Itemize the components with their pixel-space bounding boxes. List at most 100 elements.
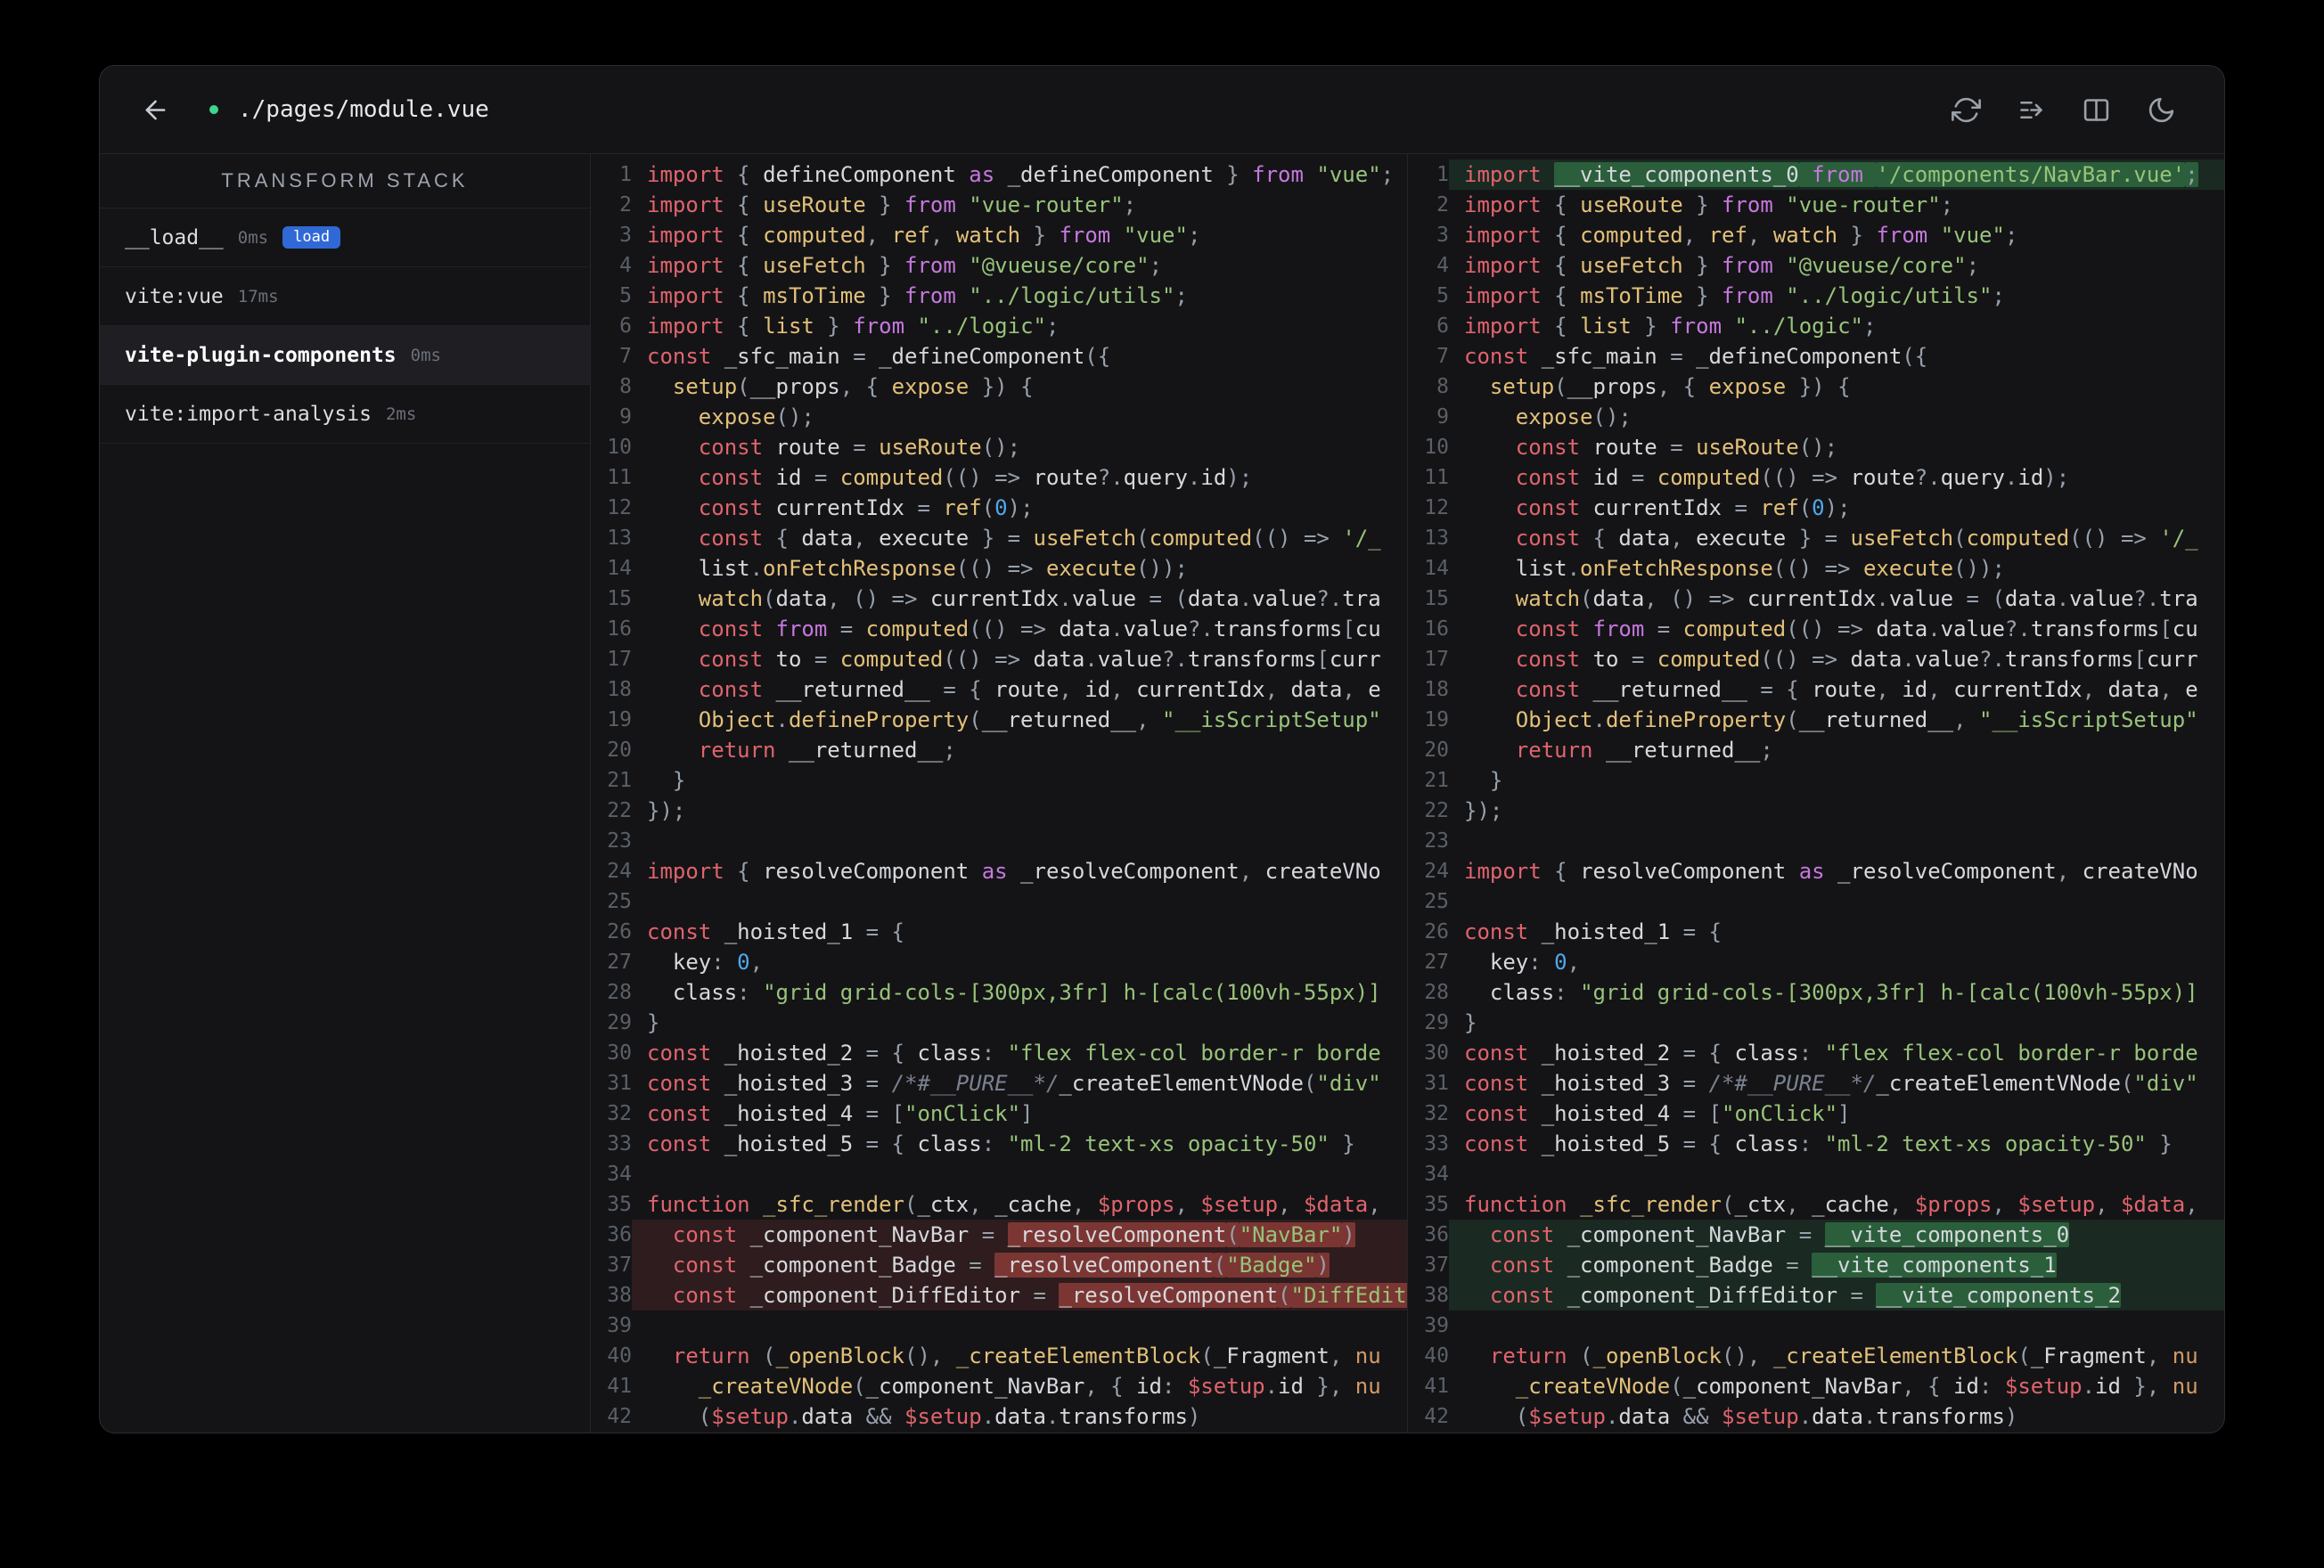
line-code: const to = computed(() => data.value?.tr… <box>1515 647 2198 672</box>
line-code: return __returned__; <box>1515 738 1773 763</box>
code-line: 4 import { useFetch } from "@vueuse/core"… <box>1408 250 2224 281</box>
line-number: 31 <box>607 1072 632 1095</box>
code-line: 13 const { data, execute } = useFetch(co… <box>591 523 1407 553</box>
code-panel-left[interactable]: 1 import { defineComponent as _defineComp… <box>591 154 1407 1433</box>
code-line: 24 import { resolveComponent as _resolveC… <box>1408 856 2224 886</box>
line-code: } <box>1464 1010 1477 1035</box>
code-line: 10 const route = useRoute(); <box>1408 432 2224 462</box>
code-line: 15 watch(data, () => currentIdx.value = … <box>591 584 1407 614</box>
line-code: return (_openBlock(), _createElementBloc… <box>672 1343 1381 1368</box>
line-number: 32 <box>1424 1102 1449 1125</box>
line-number: 12 <box>607 496 632 519</box>
code-line: 37 const _component_Badge = _resolveComp… <box>591 1250 1407 1280</box>
code-line: 38 const _component_DiffEditor = __vite_… <box>1408 1280 2224 1311</box>
split-view-button[interactable] <box>2082 95 2111 125</box>
code-line: 25 <box>591 886 1407 917</box>
line-number: 20 <box>1424 739 1449 762</box>
line-number: 4 <box>619 254 632 277</box>
sidebar-item-vite-plugin-components[interactable]: vite-plugin-components 0ms <box>100 326 590 385</box>
line-code: list.onFetchResponse(() => execute()); <box>698 556 1188 581</box>
code-panel-right[interactable]: 1 import __vite_components_0 from '/compo… <box>1407 154 2224 1433</box>
line-code: const _component_DiffEditor = _resolveCo… <box>632 1280 1407 1311</box>
code-line: 29} <box>591 1008 1407 1038</box>
line-number: 23 <box>1424 829 1449 853</box>
line-number: 6 <box>1436 314 1449 338</box>
line-number: 36 <box>607 1223 632 1246</box>
line-number: 8 <box>619 375 632 398</box>
expand-lines-button[interactable] <box>2017 95 2046 125</box>
line-code: return (_openBlock(), _createElementBloc… <box>1489 1343 2198 1368</box>
code-line: 17 const to = computed(() => data.value?… <box>1408 644 2224 674</box>
sidebar-title: TRANSFORM STACK <box>100 154 590 208</box>
line-number: 22 <box>607 799 632 822</box>
code-line: 5 import { msToTime } from "../logic/util… <box>1408 281 2224 311</box>
code-line: 21 } <box>1408 765 2224 796</box>
code-line: 15 watch(data, () => currentIdx.value = … <box>1408 584 2224 614</box>
line-code: watch(data, () => currentIdx.value = (da… <box>698 586 1381 611</box>
code-line: 3 import { computed, ref, watch } from "v… <box>1408 220 2224 250</box>
refresh-button[interactable] <box>1952 95 1981 125</box>
sidebar-item-load[interactable]: __load__ 0ms load <box>100 208 590 267</box>
line-code: }); <box>1464 798 1503 823</box>
line-number: 12 <box>1424 496 1449 519</box>
line-code: import __vite_components_0 from '/compon… <box>1449 159 2224 190</box>
line-number: 28 <box>1424 981 1449 1004</box>
line-code: const id = computed(() => route?.query.i… <box>698 465 1253 490</box>
line-code: const _hoisted_3 = /*#__PURE__*/_createE… <box>1464 1071 2198 1096</box>
code-line: 1 import { defineComponent as _defineComp… <box>591 159 1407 190</box>
code-line: 2 import { useRoute } from "vue-router"; <box>1408 190 2224 220</box>
code-line: 22}); <box>1408 796 2224 826</box>
line-code: expose(); <box>698 404 814 429</box>
line-code: import { useFetch } from "@vueuse/core"; <box>1464 253 1980 278</box>
code-line: 1 import __vite_components_0 from '/compo… <box>1408 159 2224 190</box>
code-line: 6 import { list } from "../logic"; <box>591 311 1407 341</box>
code-line: 12 const currentIdx = ref(0); <box>1408 493 2224 523</box>
code-line: 40 return (_openBlock(), _createElementB… <box>1408 1341 2224 1371</box>
code-line: 11 const id = computed(() => route?.quer… <box>591 462 1407 493</box>
line-number: 11 <box>607 466 632 489</box>
code-line: 37 const _component_Badge = __vite_compo… <box>1408 1250 2224 1280</box>
line-code: import { useRoute } from "vue-router"; <box>1464 192 1954 217</box>
line-number: 38 <box>607 1284 632 1307</box>
line-code: const _sfc_main = _defineComponent({ <box>647 344 1111 369</box>
line-code: } <box>647 1010 660 1035</box>
code-line: 22}); <box>591 796 1407 826</box>
line-code: function _sfc_render(_ctx, _cache, $prop… <box>1464 1192 2198 1217</box>
code-line: 10 const route = useRoute(); <box>591 432 1407 462</box>
line-code: const _hoisted_2 = { class: "flex flex-c… <box>1464 1041 2198 1066</box>
code-line: 19 Object.defineProperty(__returned__, "… <box>591 705 1407 735</box>
code-line: 36 const _component_NavBar = __vite_comp… <box>1408 1220 2224 1250</box>
line-code: function _sfc_render(_ctx, _cache, $prop… <box>647 1192 1381 1217</box>
code-line: 27 key: 0, <box>1408 947 2224 977</box>
sidebar-item-vite-vue[interactable]: vite:vue 17ms <box>100 267 590 326</box>
line-code: const _hoisted_1 = { <box>1464 919 1722 944</box>
line-number: 42 <box>1424 1405 1449 1428</box>
line-number: 13 <box>607 527 632 550</box>
line-number: 29 <box>607 1011 632 1034</box>
line-code: const _hoisted_5 = { class: "ml-2 text-x… <box>647 1131 1355 1156</box>
code-line: 25 <box>1408 886 2224 917</box>
line-number: 41 <box>607 1375 632 1398</box>
line-number: 17 <box>1424 648 1449 671</box>
line-number: 19 <box>1424 708 1449 731</box>
code-line: 9 expose(); <box>1408 402 2224 432</box>
line-code: Object.defineProperty(__returned__, "__i… <box>698 707 1381 732</box>
line-code: const _hoisted_3 = /*#__PURE__*/_createE… <box>647 1071 1381 1096</box>
load-badge: load <box>282 226 341 249</box>
code-line: 34 <box>591 1159 1407 1189</box>
line-number: 40 <box>1424 1344 1449 1368</box>
theme-toggle-button[interactable] <box>2147 95 2176 125</box>
sidebar-item-vite-import-analysis[interactable]: vite:import-analysis 2ms <box>100 385 590 444</box>
code-line: 41 _createVNode(_component_NavBar, { id:… <box>1408 1371 2224 1401</box>
code-line: 39 <box>1408 1311 2224 1341</box>
line-code: class: "grid grid-cols-[300px,3fr] h-[ca… <box>1489 980 2198 1005</box>
line-code: setup(__props, { expose }) { <box>672 374 1034 399</box>
line-code: import { computed, ref, watch } from "vu… <box>1464 223 2018 248</box>
line-code: const from = computed(() => data.value?.… <box>1515 617 2198 641</box>
plugin-time: 2ms <box>385 404 417 424</box>
code-line: 18 const __returned__ = { route, id, cur… <box>1408 674 2224 705</box>
back-button[interactable] <box>141 95 170 125</box>
